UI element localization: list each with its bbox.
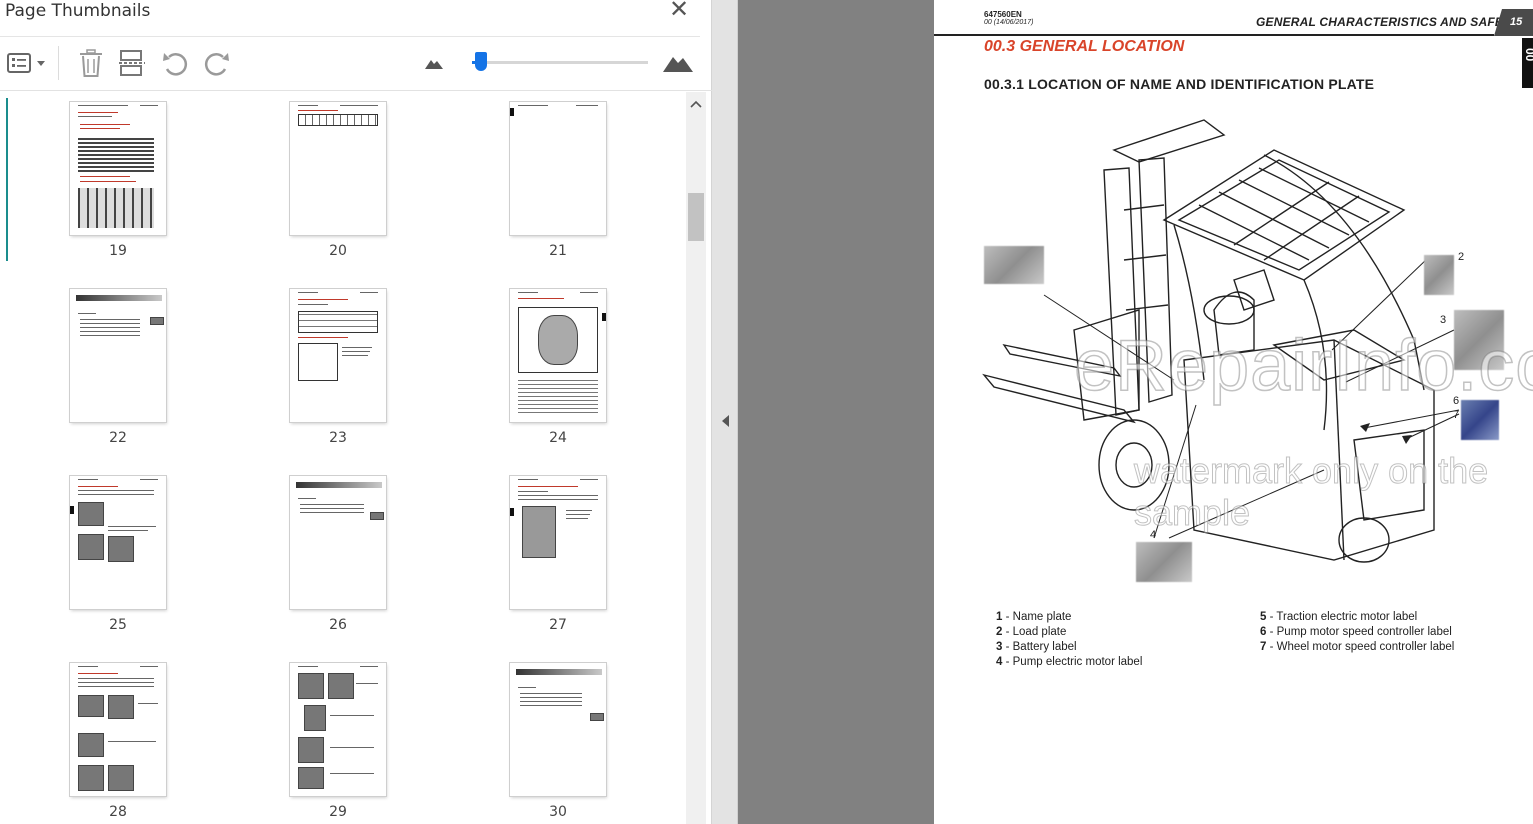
zoom-in-thumbnails-button[interactable]	[662, 48, 694, 78]
panel-title: Page Thumbnails	[5, 1, 151, 21]
legend-item: 3 - Battery label	[996, 641, 1077, 653]
chevron-up-icon	[690, 100, 702, 108]
page-thumbnail-29[interactable]	[290, 663, 386, 796]
subsection-heading: 00.3.1 LOCATION OF NAME AND IDENTIFICATI…	[984, 76, 1375, 92]
thumbnail-grid: 19 20 21 22 23 24 25 26 27 28 29 30	[0, 92, 686, 824]
scroll-up-button[interactable]	[689, 98, 703, 112]
callout-number: 2	[1458, 251, 1465, 263]
extract-pages-icon	[119, 50, 145, 76]
page-thumbnail-22[interactable]	[70, 289, 166, 422]
legend-right: 5 - Traction electric motor label 6 - Pu…	[1260, 610, 1454, 655]
document-date: 00 (14/06/2017)	[984, 19, 1034, 26]
toolbar-separator	[58, 46, 59, 80]
trash-icon	[80, 49, 102, 77]
rotate-cw-icon	[204, 53, 229, 76]
header-rule	[934, 34, 1494, 36]
section-title: GENERAL CHARACTERISTICS AND SAFETY	[1256, 15, 1519, 29]
legend-item: 5 - Traction electric motor label	[1260, 611, 1418, 623]
page-thumbnail-label: 24	[549, 430, 567, 446]
legend-item: 4 - Pump electric motor label	[996, 656, 1143, 668]
section-heading: 00.3 GENERAL LOCATION	[984, 38, 1185, 55]
rotate-ccw-icon	[163, 53, 188, 76]
page-thumbnail-label: 30	[549, 804, 567, 820]
rotate-clockwise-button[interactable]	[202, 48, 232, 78]
page-thumbnail-label: 20	[329, 243, 347, 259]
triangle-left-icon	[722, 415, 729, 427]
page-thumbnail-20[interactable]	[290, 102, 386, 235]
close-panel-button[interactable]: ✕	[666, 0, 692, 22]
document-view[interactable]: 647560EN 00 (14/06/2017) GENERAL CHARACT…	[738, 0, 1533, 824]
page-thumbnail-23[interactable]	[290, 289, 386, 422]
scrollbar-thumb[interactable]	[688, 193, 704, 241]
document-code: 647560EN	[984, 10, 1022, 19]
blurred-load-plate-sample	[1424, 255, 1454, 295]
small-mountain-icon	[425, 60, 443, 69]
thumbnail-size-slider-thumb[interactable]	[474, 52, 487, 71]
page-thumbnail-label: 25	[109, 617, 127, 633]
thumbnails-toolbar	[0, 37, 712, 91]
app-root: Page Thumbnails ✕ 19 20 21 22 23 24 25 2…	[0, 0, 1533, 824]
legend-item: 1 - Name plate	[996, 611, 1072, 623]
thumbnails-scrollbar[interactable]	[686, 92, 706, 824]
rotate-counterclockwise-button[interactable]	[160, 48, 190, 78]
page-thumbnail-28[interactable]	[70, 663, 166, 796]
chapter-side-tab-label: 00	[1523, 48, 1533, 62]
panel-splitter[interactable]	[712, 0, 738, 824]
page-thumbnail-26[interactable]	[290, 476, 386, 609]
page-thumbnail-19[interactable]	[70, 102, 166, 235]
large-mountain-icon	[663, 57, 693, 72]
page-thumbnail-label: 23	[329, 430, 347, 446]
collapse-panel-button[interactable]	[720, 414, 730, 428]
page-number: 15	[1510, 16, 1523, 28]
page-thumbnail-label: 29	[329, 804, 347, 820]
page-thumbnail-30[interactable]	[510, 663, 606, 796]
watermark-sub: watermark only on the sample	[1134, 450, 1489, 534]
list-options-icon	[7, 53, 45, 73]
page-thumbnail-25[interactable]	[70, 476, 166, 609]
page-thumbnail-label: 22	[109, 430, 127, 446]
page-thumbnails-panel: Page Thumbnails ✕ 19 20 21 22 23 24 25 2…	[0, 0, 712, 824]
page-thumbnail-label: 28	[109, 804, 127, 820]
page-thumbnail-label: 21	[549, 243, 567, 259]
page-thumbnail-label: 19	[109, 243, 127, 259]
panel-header: Page Thumbnails ✕	[0, 0, 712, 36]
callout-number: 7	[1453, 409, 1460, 421]
extract-pages-button[interactable]	[117, 48, 147, 78]
page-thumbnail-27[interactable]	[510, 476, 606, 609]
chapter-side-tab	[1522, 38, 1533, 88]
watermark-main: eRepairInfo.com	[1073, 325, 1533, 407]
legend-item: 6 - Pump motor speed controller label	[1260, 626, 1452, 638]
page-thumbnail-label: 27	[549, 617, 567, 633]
thumbnail-size-slider-track[interactable]	[472, 61, 648, 64]
legend-left: 1 - Name plate 2 - Load plate 3 - Batter…	[996, 610, 1142, 670]
page-thumbnail-24[interactable]	[510, 289, 606, 422]
zoom-out-thumbnails-button[interactable]	[424, 48, 444, 78]
blurred-name-plate-sample	[984, 246, 1044, 284]
legend-item: 7 - Wheel motor speed controller label	[1260, 641, 1455, 653]
page-thumbnail-label: 26	[329, 617, 347, 633]
legend-item: 2 - Load plate	[996, 626, 1067, 638]
page-thumbnail-21[interactable]	[510, 102, 606, 235]
delete-pages-button[interactable]	[76, 48, 106, 78]
blurred-motor-label-sample	[1136, 542, 1192, 582]
document-page: 647560EN 00 (14/06/2017) GENERAL CHARACT…	[934, 0, 1533, 824]
options-menu-button[interactable]	[6, 48, 48, 78]
